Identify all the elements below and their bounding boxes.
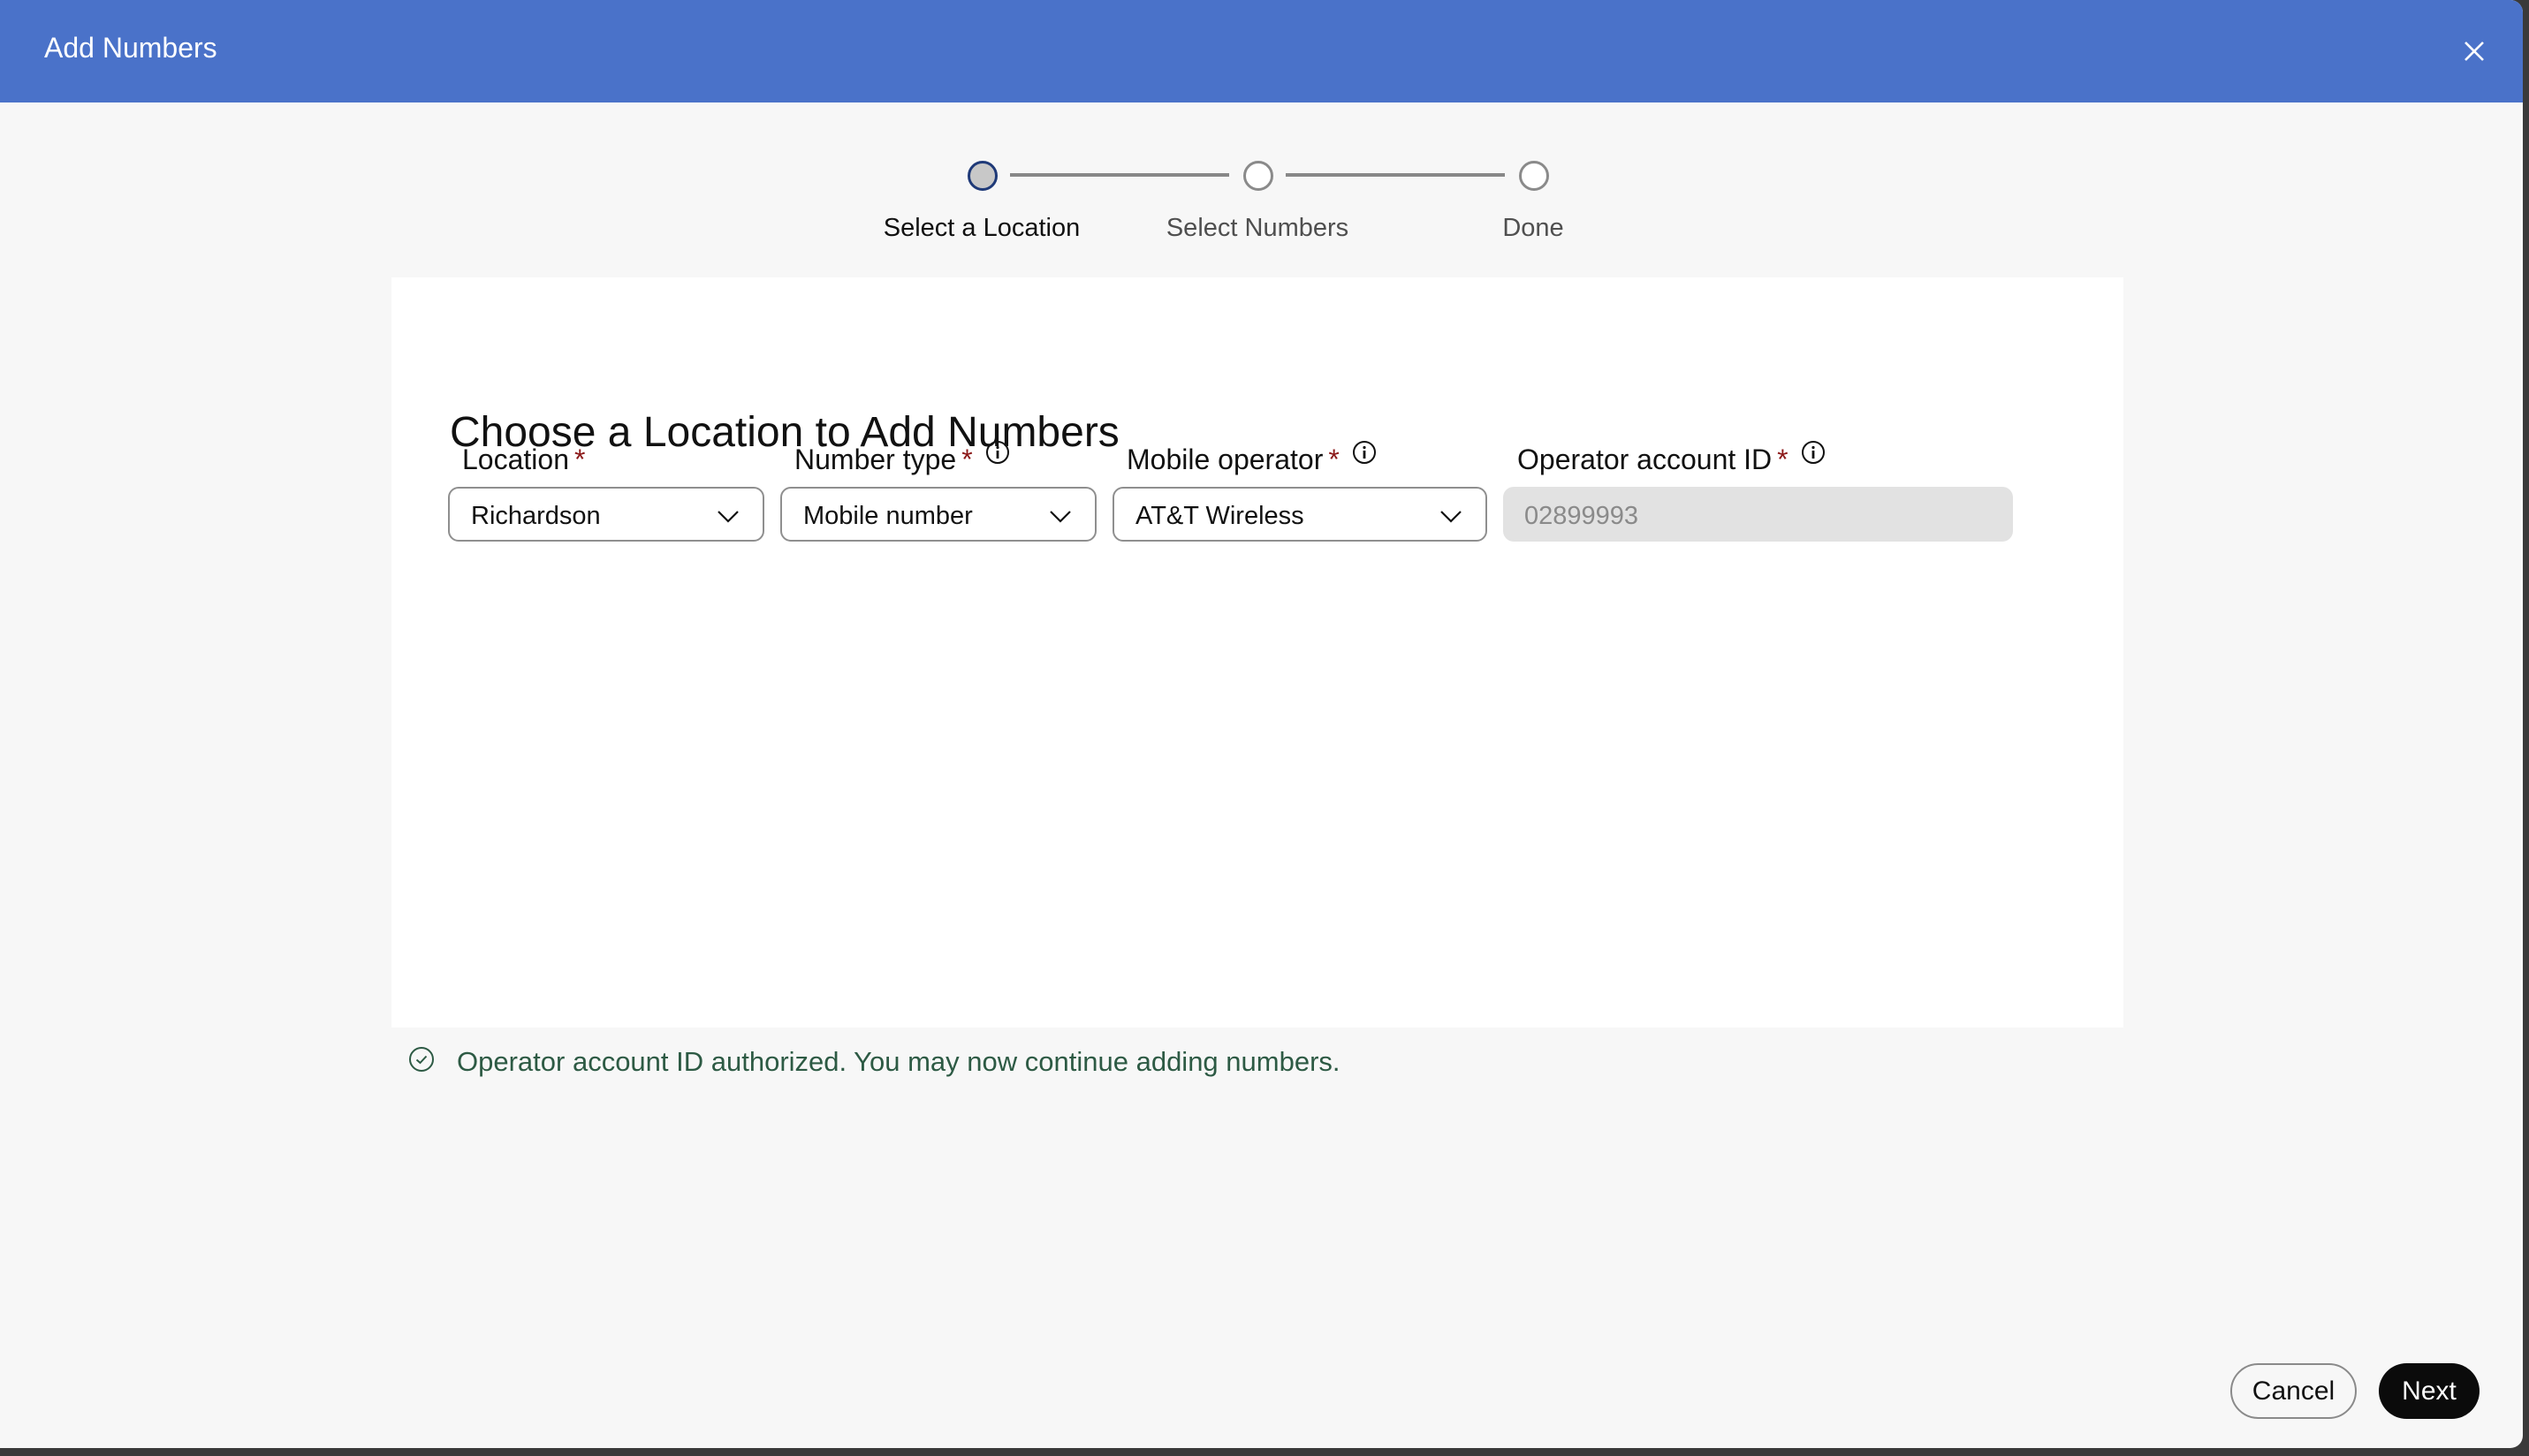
chevron-down-icon: [718, 511, 739, 523]
number-type-label: Number type *: [794, 441, 1010, 475]
number-type-select-value: Mobile number: [803, 502, 973, 530]
step-label-done: Done: [1502, 214, 1564, 242]
operator-account-id-input[interactable]: 02899993: [1503, 487, 2013, 542]
required-marker: *: [1777, 444, 1789, 475]
mobile-operator-select[interactable]: AT&T Wireless: [1113, 487, 1487, 542]
location-label-text: Location: [462, 444, 569, 475]
next-button[interactable]: Next: [2379, 1363, 2480, 1419]
mobile-operator-label: Mobile operator *: [1127, 441, 1377, 475]
step-label-select-numbers: Select Numbers: [1166, 214, 1349, 242]
number-type-select[interactable]: Mobile number: [780, 487, 1097, 542]
location-label: Location *: [462, 445, 585, 474]
step-connector: [1286, 173, 1505, 177]
chevron-down-icon: [1050, 511, 1071, 523]
close-icon: [2464, 42, 2484, 61]
mobile-operator-select-value: AT&T Wireless: [1135, 502, 1304, 530]
required-marker: *: [1328, 444, 1340, 475]
location-form-card: Choose a Location to Add Numbers Locatio…: [391, 277, 2123, 1028]
operator-account-id-label-text: Operator account ID: [1517, 444, 1773, 475]
step-indicator-done: [1519, 161, 1549, 191]
close-button[interactable]: [2457, 34, 2492, 69]
step-indicator-select-numbers: [1243, 161, 1273, 191]
number-type-label-text: Number type: [794, 444, 957, 475]
info-icon[interactable]: [985, 440, 1010, 465]
mobile-operator-label-text: Mobile operator: [1127, 444, 1324, 475]
location-select-value: Richardson: [471, 502, 601, 530]
cancel-button[interactable]: Cancel: [2230, 1363, 2357, 1419]
required-marker: *: [573, 444, 586, 475]
check-circle-icon: [409, 1047, 434, 1072]
step-connector: [1010, 173, 1229, 177]
dialog-title: Add Numbers: [44, 32, 217, 64]
info-icon[interactable]: [1352, 440, 1377, 465]
chevron-down-icon: [1440, 511, 1462, 523]
status-message: Operator account ID authorized. You may …: [457, 1046, 1340, 1077]
location-select[interactable]: Richardson: [448, 487, 764, 542]
operator-account-id-label: Operator account ID *: [1517, 441, 1826, 475]
dialog-header: Add Numbers: [0, 0, 2523, 102]
step-indicator-select-location: [968, 161, 998, 191]
operator-account-id-value: 02899993: [1524, 502, 1639, 530]
add-numbers-dialog: Add Numbers Select a Location Select Num…: [0, 0, 2523, 1448]
info-icon[interactable]: [1801, 440, 1826, 465]
required-marker: *: [961, 444, 973, 475]
step-label-select-location: Select a Location: [883, 214, 1081, 242]
